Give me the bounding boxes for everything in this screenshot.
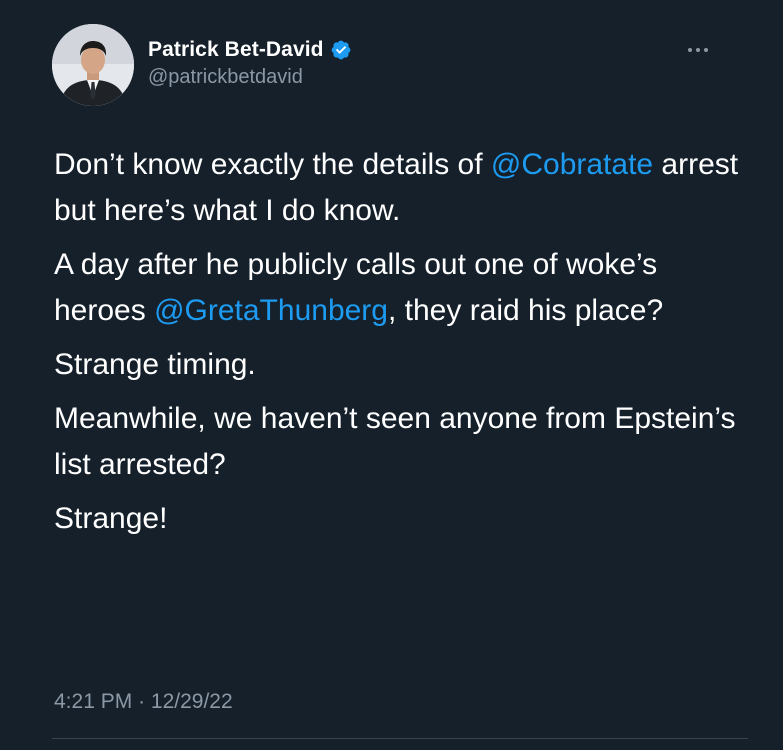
author-name-row[interactable]: Patrick Bet-David [148,36,352,64]
avatar[interactable] [52,24,134,106]
tweet-text: Don’t know exactly the details of @Cobra… [54,142,754,550]
tweet-paragraph-2: A day after he publicly calls out one of… [54,242,754,334]
verified-badge-icon [330,39,352,61]
timestamp-separator: · [138,690,146,713]
more-dot [688,48,692,52]
tweet-paragraph-4: Meanwhile, we haven’t seen anyone from E… [54,402,736,481]
profile-photo [52,24,134,106]
tweet-paragraph-3: Strange timing. [54,348,256,381]
tweet-paragraph-5: Strange! [54,502,168,535]
more-dot [704,48,708,52]
more-dot [696,48,700,52]
tweet-time: 4:21 PM [54,690,133,713]
tweet-paragraph-1: Don’t know exactly the details of @Cobra… [54,142,754,234]
tweet-date: 12/29/22 [150,690,233,713]
text-segment: , they raid his place? [387,294,664,327]
author-display-name[interactable]: Patrick Bet-David [148,38,324,62]
author-handle[interactable]: @patrickbetdavid [148,66,303,89]
tweet-card: Patrick Bet-David @patrickbetdavid Don’t… [0,0,783,750]
more-horizontal-icon[interactable] [680,38,716,62]
mention-link-cobratate[interactable]: @Cobratate [491,148,653,181]
text-segment: Don’t know exactly the details of [54,148,491,181]
tweet-timestamp[interactable]: 4:21 PM · 12/29/22 [54,690,233,714]
divider [52,738,748,739]
mention-link-gretathunberg[interactable]: @GretaThunberg [154,294,388,327]
